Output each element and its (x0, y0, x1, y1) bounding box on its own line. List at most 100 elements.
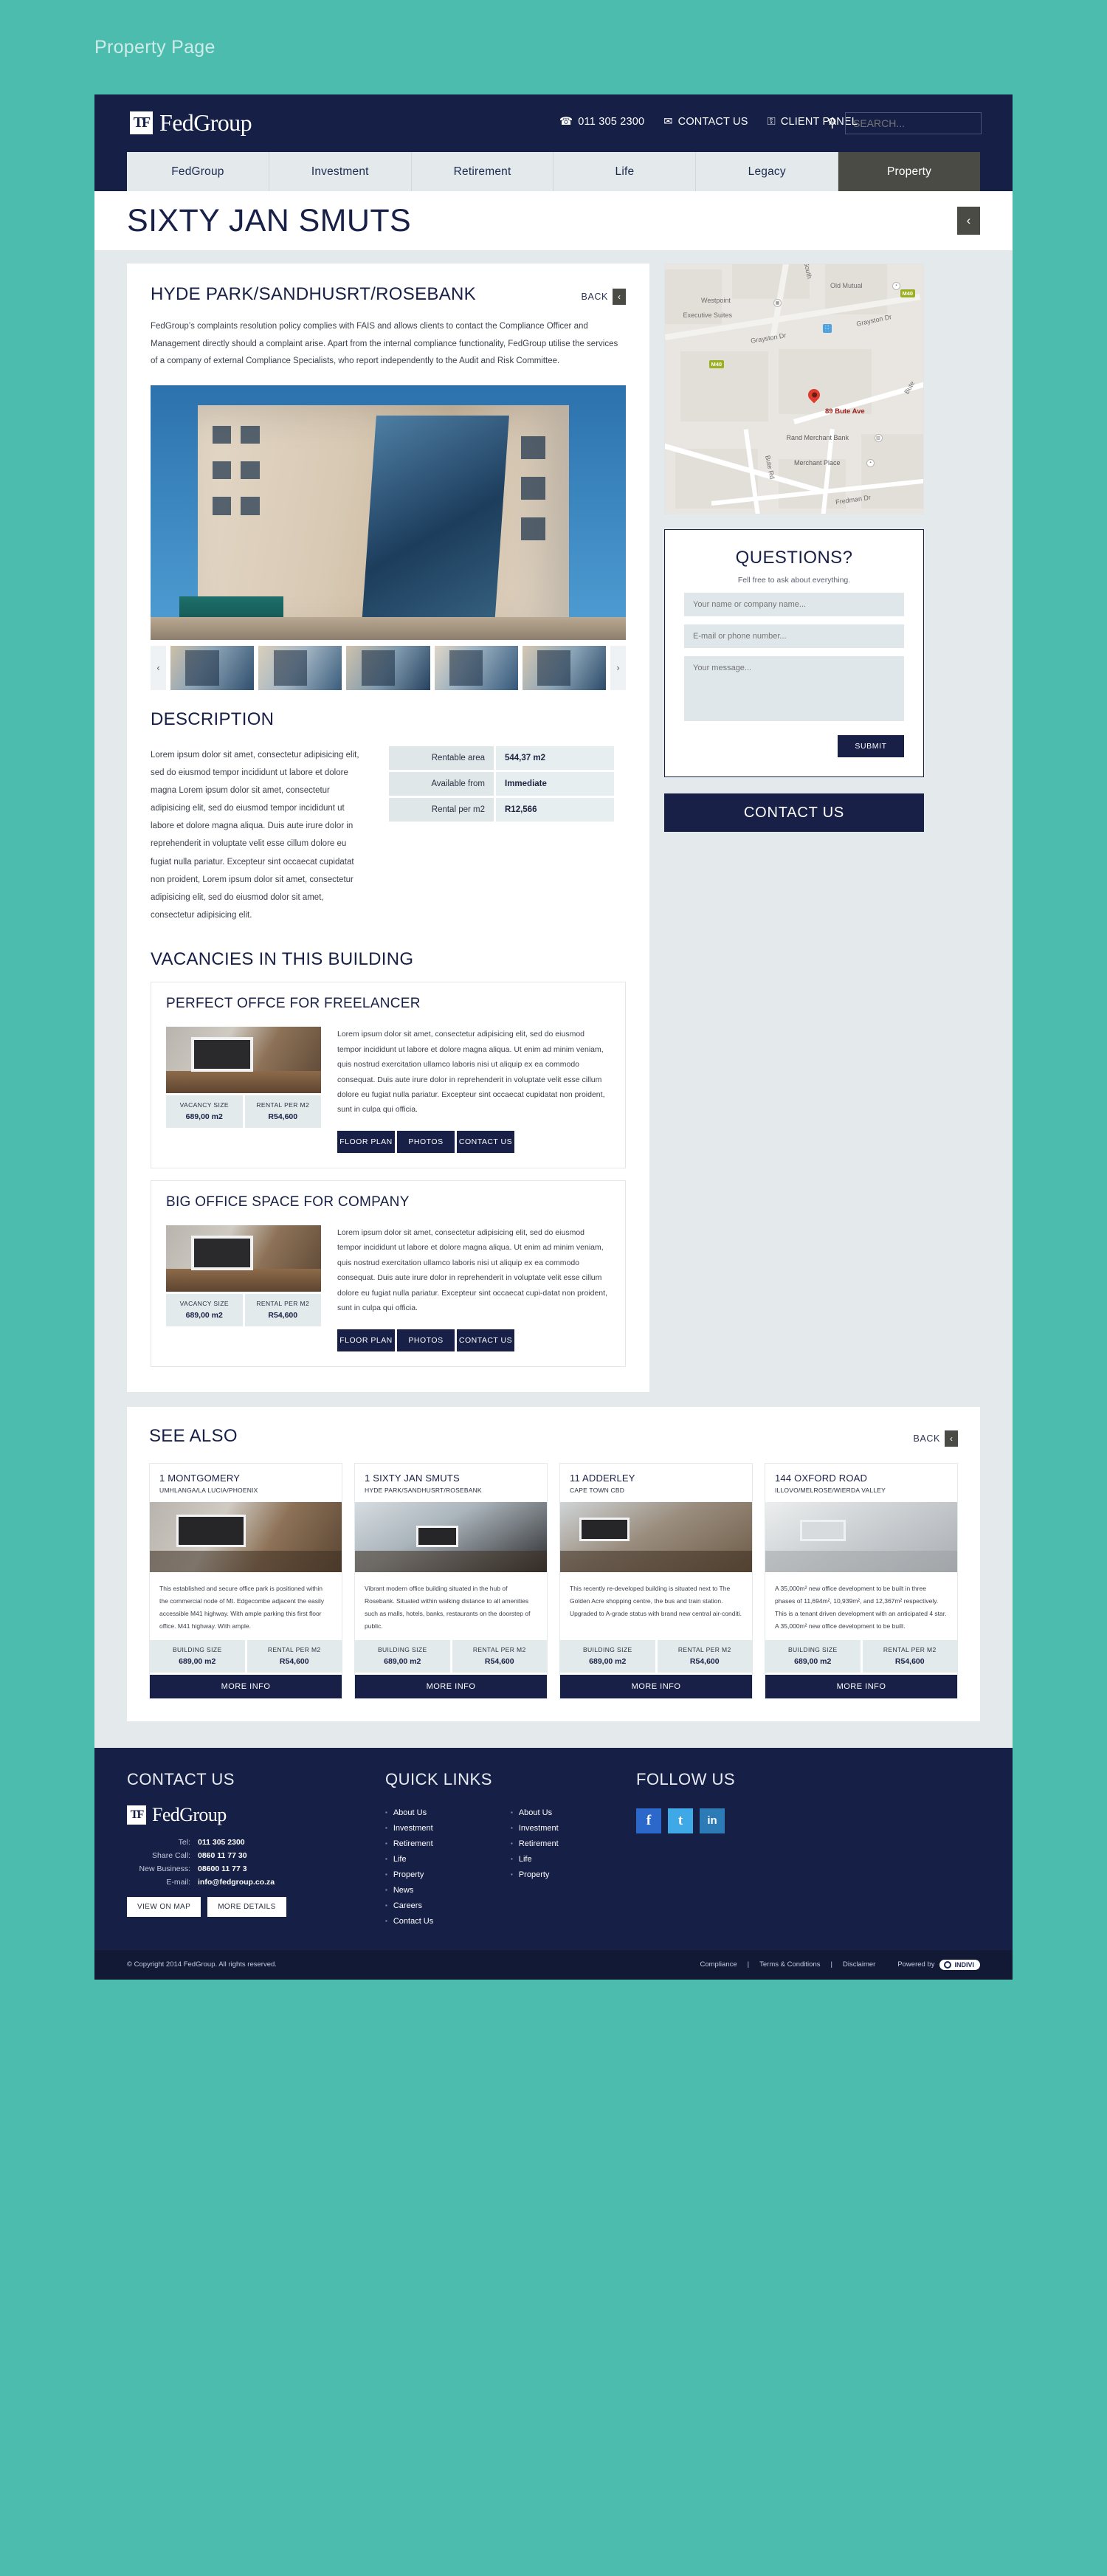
quick-link-life-2[interactable]: ▪ Life (511, 1855, 636, 1864)
legal-link-compliance[interactable]: Compliance (700, 1960, 737, 1969)
desk-shape (166, 1070, 321, 1094)
quick-link-news[interactable]: ▪ News (385, 1886, 511, 1895)
link-label: Investment (518, 1823, 559, 1833)
vacancy-photo[interactable] (166, 1225, 321, 1292)
tab-investment[interactable]: Investment (269, 152, 412, 191)
quick-link-investment-2[interactable]: ▪ Investment (511, 1824, 636, 1833)
card-size-cell: BUILDING SIZE 689,00 m2 (765, 1639, 861, 1673)
quick-link-life[interactable]: ▪ Life (385, 1855, 511, 1864)
vendor-logo[interactable]: INDIVI (939, 1959, 980, 1970)
main-column: HYDE PARK/SANDHUSRT/ROSEBANK BACK ‹ FedG… (127, 264, 649, 1392)
contact-us-button[interactable]: CONTACT US (457, 1329, 514, 1351)
email-field[interactable] (684, 624, 904, 648)
thumbnail-prev-button[interactable]: ‹ (151, 645, 166, 690)
quick-link-about-us[interactable]: ▪ About Us (385, 1808, 511, 1817)
thumbnail-next-button[interactable]: › (610, 645, 627, 690)
name-field[interactable] (684, 593, 904, 616)
thumbnail[interactable] (434, 645, 518, 690)
contact-email-value[interactable]: info@fedgroup.co.za (198, 1878, 275, 1887)
hero-building-photo[interactable] (151, 385, 626, 640)
client-panel-link[interactable]: ⚿ CLIENT PANEL (768, 116, 858, 128)
tab-life[interactable]: Life (554, 152, 697, 191)
back-link[interactable]: BACK ‹ (582, 289, 626, 305)
highway-shield: M40 (900, 289, 916, 297)
bullet-icon: ▪ (385, 1856, 387, 1863)
phone-link[interactable]: ☎ 011 305 2300 (559, 116, 644, 128)
card-photo[interactable] (765, 1501, 957, 1572)
facebook-icon[interactable]: f (636, 1808, 661, 1833)
hero-window (212, 425, 232, 444)
thumbnail[interactable] (522, 645, 607, 690)
see-also-heading-row: SEE ALSO BACK ‹ (149, 1426, 958, 1447)
quick-link-about-us-2[interactable]: ▪ About Us (511, 1808, 636, 1817)
card-size-cell: BUILDING SIZE 689,00 m2 (355, 1639, 450, 1673)
powered-by: Powered by INDIVI (897, 1959, 980, 1970)
tab-legacy[interactable]: Legacy (696, 152, 839, 191)
property-card[interactable]: 144 OXFORD ROAD ILLOVO/MELROSE/WIERDA VA… (765, 1462, 958, 1699)
card-spec-strip: BUILDING SIZE 689,00 m2 RENTAL PER M2 R5… (765, 1639, 957, 1673)
description-heading: DESCRIPTION (151, 709, 275, 729)
twitter-icon[interactable]: t (668, 1808, 693, 1833)
quick-link-property[interactable]: ▪ Property (385, 1870, 511, 1879)
view-on-map-button[interactable]: VIEW ON MAP (127, 1896, 201, 1917)
vacancy-photo[interactable] (166, 1027, 321, 1094)
property-card[interactable]: 1 SIXTY JAN SMUTS HYDE PARK/SANDHUSRT/RO… (354, 1462, 548, 1699)
vacancy-title: BIG OFFICE SPACE FOR COMPANY (166, 1194, 410, 1210)
contact-us-link[interactable]: ✉ CONTACT US (663, 116, 748, 128)
submit-button[interactable]: SUBMIT (838, 735, 904, 757)
contact-row: E-mail: info@fedgroup.co.za (127, 1878, 385, 1887)
card-spec-strip: BUILDING SIZE 689,00 m2 RENTAL PER M2 R5… (560, 1639, 752, 1673)
thumbnail[interactable] (346, 645, 430, 690)
more-info-button[interactable]: MORE INFO (355, 1674, 547, 1698)
search-icon[interactable]: ⚲ (828, 116, 837, 131)
content-area: HYDE PARK/SANDHUSRT/ROSEBANK BACK ‹ FedG… (94, 250, 1013, 1392)
card-photo[interactable] (150, 1501, 342, 1572)
more-info-button[interactable]: MORE INFO (560, 1674, 752, 1698)
link-label: Contact Us (393, 1916, 434, 1926)
contact-us-banner-button[interactable]: CONTACT US (664, 793, 924, 832)
contact-us-button[interactable]: CONTACT US (457, 1130, 514, 1153)
thumbnail[interactable] (170, 645, 255, 690)
see-also-back-link[interactable]: BACK ‹ (914, 1430, 958, 1447)
vacancy-size-value: 689,00 m2 (185, 1112, 223, 1122)
quick-links-list-2: ▪ About Us ▪ Investment ▪ Retirement ▪ Life … (511, 1808, 636, 1879)
tab-retirement[interactable]: Retirement (411, 152, 554, 191)
property-card[interactable]: 11 ADDERLEY CAPE TOWN CBD This recently … (559, 1462, 753, 1699)
card-header: 1 SIXTY JAN SMUTS HYDE PARK/SANDHUSRT/RO… (355, 1464, 547, 1502)
more-info-button[interactable]: MORE INFO (150, 1674, 342, 1698)
card-photo[interactable] (355, 1501, 547, 1572)
vacancy-card: PERFECT OFFCE FOR FREELANCER VACANCY SIZ… (151, 982, 626, 1168)
thumbnail[interactable] (258, 645, 342, 690)
more-info-button[interactable]: MORE INFO (765, 1674, 957, 1698)
floor-plan-button[interactable]: FLOOR PLAN (337, 1130, 395, 1153)
site-logo[interactable]: TF FedGroup (130, 109, 252, 137)
monitor-shape (416, 1526, 459, 1547)
photos-button[interactable]: PHOTOS (397, 1130, 455, 1153)
property-card[interactable]: 1 MONTGOMERY UMHLANGA/LA LUCIA/PHOENIX T… (149, 1462, 342, 1699)
search-box[interactable] (845, 112, 982, 134)
more-details-button[interactable]: MORE DETAILS (207, 1896, 286, 1917)
quick-link-property-2[interactable]: ▪ Property (511, 1870, 636, 1879)
quick-link-investment[interactable]: ▪ Investment (385, 1824, 511, 1833)
footer-logo[interactable]: TF FedGroup (127, 1804, 385, 1826)
quick-link-contact-us[interactable]: ▪ Contact Us (385, 1917, 511, 1926)
message-field[interactable] (684, 656, 904, 721)
bullet-icon: ▪ (385, 1840, 387, 1847)
map-label: Executive Suites (683, 311, 733, 320)
fedgroup-logo-text: FedGroup (152, 1803, 227, 1825)
tab-fedgroup[interactable]: FedGroup (127, 152, 269, 191)
quick-link-retirement-2[interactable]: ▪ Retirement (511, 1839, 636, 1848)
linkedin-icon[interactable]: in (700, 1808, 725, 1833)
legal-link-terms[interactable]: Terms & Conditions (759, 1960, 820, 1969)
legal-link-disclaimer[interactable]: Disclaimer (843, 1960, 875, 1969)
search-input[interactable] (853, 117, 981, 129)
card-photo[interactable] (560, 1501, 752, 1572)
photos-button[interactable]: PHOTOS (397, 1329, 455, 1351)
quick-link-retirement[interactable]: ▪ Retirement (385, 1839, 511, 1848)
card-size-label: BUILDING SIZE (172, 1645, 222, 1653)
location-map[interactable]: Westpoint Executive Suites ▦ Old Mutual … (664, 264, 924, 514)
tab-property[interactable]: Property (838, 152, 980, 191)
floor-plan-button[interactable]: FLOOR PLAN (337, 1329, 395, 1351)
title-back-button[interactable]: ‹ (957, 207, 980, 235)
quick-link-careers[interactable]: ▪ Careers (385, 1901, 511, 1910)
